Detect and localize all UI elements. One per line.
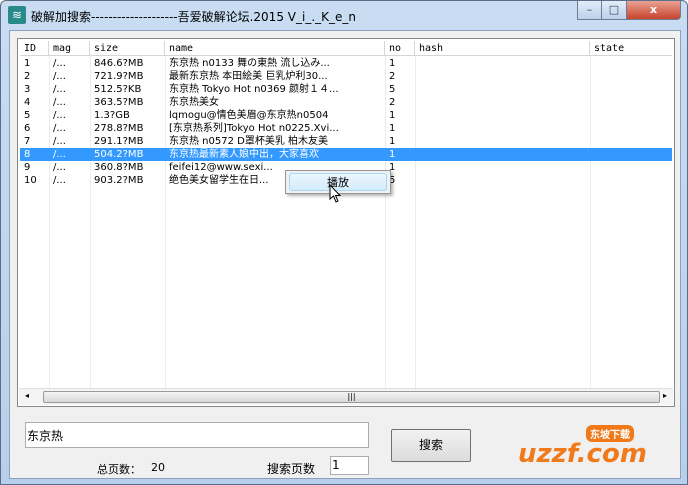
cell-id: 9 xyxy=(24,162,31,173)
cell-size: 903.2?MB xyxy=(94,175,144,186)
cell-mag: /... xyxy=(53,110,66,121)
cell-mag: /... xyxy=(53,162,66,173)
cell-size: 291.1?MB xyxy=(94,136,144,147)
maximize-button[interactable]: □ xyxy=(601,1,627,20)
window-title: 破解加搜索--------------------吾爱破解论坛.2015 V_i… xyxy=(31,10,356,24)
cell-id: 2 xyxy=(24,71,31,82)
cell-mag: /... xyxy=(53,71,66,82)
cell-size: 278.8?MB xyxy=(94,123,144,134)
minimize-button[interactable]: – xyxy=(577,1,602,20)
cell-no: 1 xyxy=(389,123,396,134)
mouse-cursor-icon xyxy=(329,184,342,203)
cell-mag: /... xyxy=(53,175,66,186)
cell-size: 512.5?KB xyxy=(94,84,142,95)
cell-mag: /... xyxy=(53,136,66,147)
cell-id: 5 xyxy=(24,110,31,121)
table-row[interactable]: 7 /... 291.1?MB 东京热 n0572 D罩杯美乳 柏木友美 1 xyxy=(20,135,672,148)
cell-id: 1 xyxy=(24,58,31,69)
app-icon: ≋ xyxy=(8,6,26,24)
app-window: ≋ 破解加搜索--------------------吾爱破解论坛.2015 V… xyxy=(0,0,688,485)
table-row[interactable]: 2 /... 721.9?MB 最新东京热 本田絵美 巨乳炉利30... 2 xyxy=(20,70,672,83)
cell-name: 东京热 Tokyo Hot n0369 颜射１４... xyxy=(169,84,339,95)
search-input[interactable]: 东京热 xyxy=(25,422,369,448)
table-row[interactable]: 6 /... 278.8?MB [东京热系列]Tokyo Hot n0225.Xvi.… xyxy=(20,122,672,135)
cell-name: 东京热 n0133 舞の東熱 流し込み... xyxy=(169,58,330,69)
cell-name: 东京热最新素人娘中出，大家喜欢 xyxy=(169,149,319,160)
uzzf-logo: 东坡下载 uzzf.com xyxy=(508,423,678,475)
table-row[interactable]: 8 /... 504.2?MB 东京热最新素人娘中出，大家喜欢 1 xyxy=(20,148,672,161)
cell-size: 846.6?MB xyxy=(94,58,144,69)
cell-id: 6 xyxy=(24,123,31,134)
cell-name: [东京热系列]Tokyo Hot n0225.Xvi... xyxy=(169,123,339,134)
cell-no: 2 xyxy=(389,71,396,82)
total-pages-label: 总页数： xyxy=(97,463,141,476)
table-row[interactable]: 3 /... 512.5?KB 东京热 Tokyo Hot n0369 颜射１４...… xyxy=(20,83,672,96)
client-area: ID mag size name no hash state ◂ ||| ▸ 1… xyxy=(9,30,681,479)
scroll-right-icon[interactable]: ▸ xyxy=(663,391,667,400)
cell-size: 360.8?MB xyxy=(94,162,144,173)
column-state[interactable]: state xyxy=(590,41,672,55)
cell-size: 363.5?MB xyxy=(94,97,144,108)
total-pages-value: 20 xyxy=(151,461,165,474)
cell-no: 5 xyxy=(389,175,396,186)
cell-no: 2 xyxy=(389,97,396,108)
cell-id: 3 xyxy=(24,84,31,95)
cell-size: 504.2?MB xyxy=(94,149,144,160)
cell-name: 东京热 n0572 D罩杯美乳 柏木友美 xyxy=(169,136,329,147)
column-size[interactable]: size xyxy=(90,41,165,55)
cell-id: 8 xyxy=(24,149,31,160)
cell-name: 最新东京热 本田絵美 巨乳炉利30... xyxy=(169,71,328,82)
cell-no: 1 xyxy=(389,149,396,160)
results-table[interactable]: ID mag size name no hash state ◂ ||| ▸ 1… xyxy=(17,38,675,407)
column-name[interactable]: name xyxy=(165,41,385,55)
cell-name: lqmogu@情色美眉@东京热n0504 xyxy=(169,110,329,121)
column-no[interactable]: no xyxy=(385,41,415,55)
column-id[interactable]: ID xyxy=(20,41,49,55)
search-pages-label: 搜索页数 xyxy=(267,462,316,476)
cell-mag: /... xyxy=(53,58,66,69)
cell-size: 721.9?MB xyxy=(94,71,144,82)
search-button[interactable]: 搜索 xyxy=(391,429,471,462)
cell-size: 1.3?GB xyxy=(94,110,130,121)
horizontal-scrollbar[interactable]: ◂ ||| ▸ xyxy=(19,388,673,405)
cell-id: 4 xyxy=(24,97,31,108)
cell-no: 1 xyxy=(389,110,396,121)
column-mag[interactable]: mag xyxy=(49,41,90,55)
table-row[interactable]: 1 /... 846.6?MB 东京热 n0133 舞の東熱 流し込み... 1 xyxy=(20,57,672,70)
cell-name: 东京热美女 xyxy=(169,97,219,108)
cell-mag: /... xyxy=(53,97,66,108)
cell-id: 10 xyxy=(24,175,37,186)
search-pages-input[interactable]: 1 xyxy=(330,456,369,475)
cell-mag: /... xyxy=(53,84,66,95)
scroll-left-icon[interactable]: ◂ xyxy=(25,391,29,400)
scrollbar-thumb[interactable]: ||| xyxy=(43,391,660,403)
cell-no: 1 xyxy=(389,136,396,147)
cell-no: 1 xyxy=(389,162,396,173)
cell-mag: /... xyxy=(53,149,66,160)
cell-no: 5 xyxy=(389,84,396,95)
table-row[interactable]: 4 /... 363.5?MB 东京热美女 2 xyxy=(20,96,672,109)
cell-mag: /... xyxy=(53,123,66,134)
close-button[interactable]: x xyxy=(626,1,681,20)
table-row[interactable]: 5 /... 1.3?GB lqmogu@情色美眉@东京热n0504 1 xyxy=(20,109,672,122)
cell-no: 1 xyxy=(389,58,396,69)
cell-id: 7 xyxy=(24,136,31,147)
table-header: ID mag size name no hash state xyxy=(20,41,672,56)
column-hash[interactable]: hash xyxy=(415,41,590,55)
